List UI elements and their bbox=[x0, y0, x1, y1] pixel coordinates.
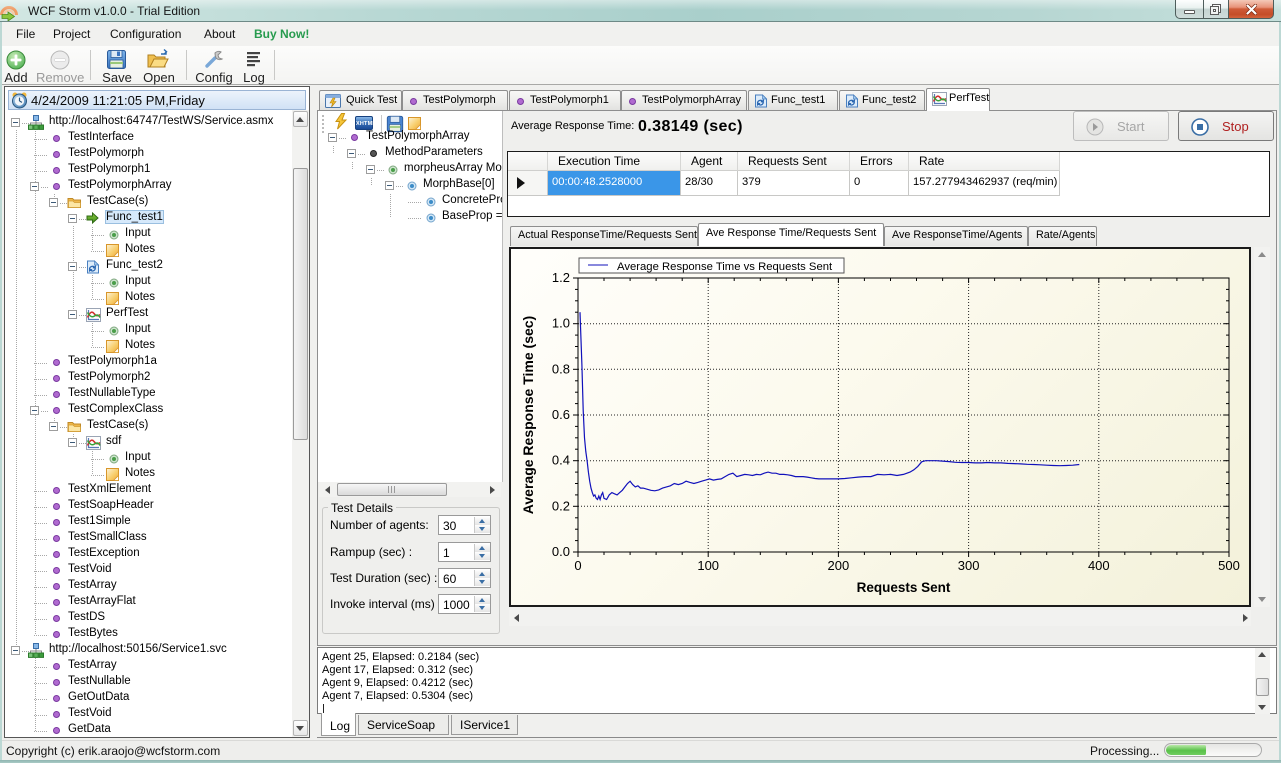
svg-text:0.4: 0.4 bbox=[552, 453, 570, 468]
svg-text:0.0: 0.0 bbox=[552, 544, 570, 559]
svg-text:Requests Sent: Requests Sent bbox=[857, 580, 951, 595]
svg-text:400: 400 bbox=[1088, 558, 1110, 573]
svg-text:0: 0 bbox=[574, 558, 581, 573]
svg-text:300: 300 bbox=[958, 558, 980, 573]
svg-text:1.0: 1.0 bbox=[552, 316, 570, 331]
svg-text:Average Response Time (sec): Average Response Time (sec) bbox=[520, 316, 536, 514]
svg-text:0.8: 0.8 bbox=[552, 361, 570, 376]
svg-text:Average Response Time vs Reque: Average Response Time vs Requests Sent bbox=[617, 261, 833, 273]
svg-text:0.2: 0.2 bbox=[552, 498, 570, 513]
svg-text:0.6: 0.6 bbox=[552, 407, 570, 422]
svg-text:1.2: 1.2 bbox=[552, 270, 570, 285]
svg-text:500: 500 bbox=[1218, 558, 1240, 573]
svg-text:200: 200 bbox=[828, 558, 850, 573]
svg-text:100: 100 bbox=[697, 558, 719, 573]
